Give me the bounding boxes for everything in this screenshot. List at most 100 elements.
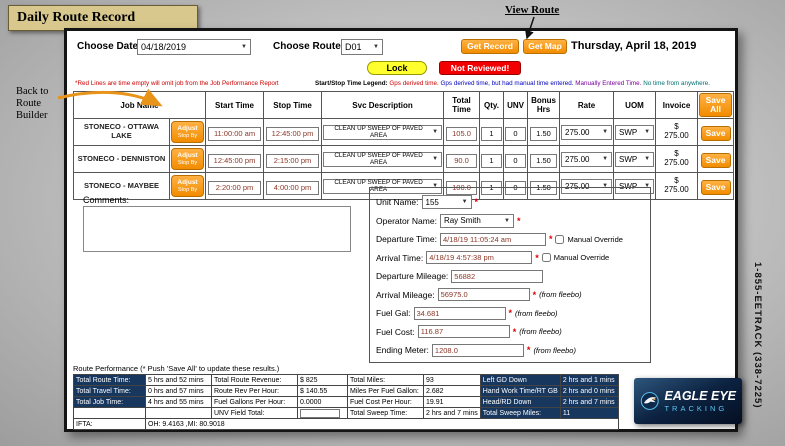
fuel-gal-input[interactable] [413, 306, 506, 320]
job-row: STONECO - OTTAWA LAKE AdjustStop By CLEA… [73, 118, 735, 146]
legend-item: Gps derived time, but had manual time en… [440, 80, 574, 87]
manual-override-checkbox[interactable] [541, 253, 551, 262]
summary-label: UNV Field Total: [211, 407, 298, 419]
departure-mileage-label: Departure Mileage: [376, 271, 449, 281]
adjust-button[interactable]: Adjust Stop By [171, 121, 204, 143]
summary-label: Miles Per Fuel Gallon: [347, 385, 424, 397]
departure-time-input[interactable] [439, 232, 546, 246]
required-asterisk: * [532, 289, 537, 300]
choose-route-label: Choose Route: [273, 41, 345, 52]
stop-time-input[interactable] [266, 180, 319, 195]
uom-select[interactable]: SWP ▼ [615, 151, 655, 167]
not-reviewed-button[interactable]: Not Reviewed! [439, 61, 521, 75]
save-all-button[interactable]: Save All [699, 93, 733, 117]
summary-value: 2 hrs and 1 mins [559, 374, 619, 386]
col-header-job-name: Job Name [72, 91, 207, 119]
operator-name-select[interactable]: Ray Smith ▼ [439, 213, 514, 228]
bonus-hrs-input[interactable] [529, 153, 558, 168]
required-asterisk: * [535, 252, 539, 263]
choose-date-value: 04/18/2019 [141, 42, 187, 52]
daily-route-record-panel: Choose Date: 04/18/2019 ▼ Choose Route: … [64, 28, 738, 432]
required-asterisk: * [548, 234, 553, 244]
chevron-down-icon: ▼ [461, 199, 468, 205]
eagle-icon [640, 392, 659, 410]
chevron-down-icon: ▼ [241, 44, 247, 50]
fuel-cost-input[interactable] [417, 325, 510, 338]
total-time-input[interactable] [445, 153, 478, 168]
get-map-button[interactable]: Get Map [523, 39, 567, 54]
unit-name-select[interactable]: 155 ▼ [421, 195, 472, 209]
ifta-value: OH: 9.4163 ,MI: 80.9018 [145, 418, 619, 430]
chevron-down-icon: ▼ [602, 129, 609, 135]
departure-mileage-input[interactable] [451, 269, 544, 283]
arrival-mileage-label: Arrival Mileage: [376, 289, 435, 300]
uom-select[interactable]: SWP ▼ [615, 124, 655, 140]
page: Daily Route Record View Route Back to Ro… [0, 0, 785, 446]
save-button[interactable]: Save [700, 125, 731, 141]
chevron-down-icon: ▼ [432, 129, 439, 135]
adjust-button[interactable]: Adjust Stop By [171, 148, 204, 170]
qty-input[interactable] [481, 126, 502, 141]
summary-value: $ 825 [297, 374, 348, 386]
summary-row: Total Travel Time: 0 hrs and 57 mins Rou… [73, 385, 619, 397]
svc-description-select[interactable]: CLEAN UP SWEEP OF PAVED AREA ▼ [323, 124, 443, 140]
unv-input[interactable] [505, 126, 526, 141]
svc-description-select[interactable]: CLEAN UP SWEEP OF PAVED AREA ▼ [323, 151, 443, 167]
stop-time-input[interactable] [266, 126, 319, 141]
save-button[interactable]: Save [700, 179, 731, 195]
col-header-start-time: Start Time [205, 91, 265, 119]
total-time-input[interactable] [445, 126, 478, 141]
summary-label: Route Rev Per Hour: [211, 385, 298, 397]
qty-input[interactable] [481, 153, 502, 168]
from-fleebo-note: (from fleebo) [515, 308, 558, 318]
summary-label [73, 407, 146, 419]
back-to-builder-line: Builder [16, 110, 48, 122]
unv-input[interactable] [505, 153, 526, 168]
route-performance-table: Total Route Time: 5 hrs and 52 mins Tota… [73, 374, 619, 430]
get-record-button[interactable]: Get Record [461, 39, 519, 54]
logo-line1: EAGLE EYE [664, 389, 736, 403]
rate-select[interactable]: 275.00 ▼ [561, 124, 613, 140]
eagle-eye-tracking-logo: EAGLE EYE TRACKING [634, 378, 742, 424]
required-asterisk: * [474, 197, 479, 207]
lock-button[interactable]: Lock [367, 61, 427, 75]
col-header-stop-time: Stop Time [263, 91, 323, 119]
comments-textarea[interactable] [83, 206, 351, 252]
summary-value: $ 140.55 [297, 385, 348, 397]
summary-value [145, 407, 212, 419]
manual-override-label: Manual Override [553, 253, 610, 262]
col-header-svc-description: Svc Description [321, 91, 445, 119]
jobs-header-row: Job Name Start Time Stop Time Svc Descri… [72, 91, 735, 119]
arrival-time-input[interactable] [426, 251, 533, 264]
bonus-hrs-input[interactable] [529, 126, 558, 141]
summary-label: Fuel Cost Per Hour: [347, 396, 424, 408]
ending-meter-input[interactable] [431, 343, 524, 357]
chevron-down-icon: ▼ [504, 217, 510, 224]
start-time-input[interactable] [208, 126, 261, 141]
invoice-amount: $275.00 [655, 172, 699, 200]
from-fleebo-note: (from fleebo) [519, 327, 562, 336]
unv-field-total-input[interactable] [300, 408, 340, 418]
view-route-link[interactable]: View Route [505, 4, 559, 16]
arrival-mileage-input[interactable] [437, 288, 530, 301]
choose-route-select[interactable]: D01 ▼ [341, 39, 383, 55]
chevron-down-icon: ▼ [432, 156, 439, 162]
adjust-button[interactable]: Adjust Stop By [171, 175, 204, 197]
legend-item: Gps derived time. [389, 80, 439, 87]
manual-override-checkbox[interactable] [555, 234, 565, 244]
col-header-rate: Rate [559, 91, 615, 119]
chevron-down-icon: ▼ [373, 44, 379, 50]
col-header-bonus-hrs: Bonus Hrs [527, 91, 561, 119]
start-time-input[interactable] [208, 180, 261, 195]
start-time-input[interactable] [208, 153, 261, 168]
col-header-total-time: Total Time [443, 91, 481, 119]
time-legend: Start/Stop Time Legend: Gps derived time… [315, 80, 733, 87]
summary-label: Total Sweep Time: [347, 407, 424, 419]
stop-time-input[interactable] [266, 153, 319, 168]
job-row: STONECO - DENNISTON AdjustStop By CLEAN … [73, 145, 735, 173]
choose-date-label: Choose Date: [77, 41, 142, 52]
choose-date-select[interactable]: 04/18/2019 ▼ [137, 39, 251, 55]
back-to-builder-line: Back to [16, 86, 49, 97]
save-button[interactable]: Save [700, 152, 731, 168]
rate-select[interactable]: 275.00 ▼ [561, 151, 613, 167]
